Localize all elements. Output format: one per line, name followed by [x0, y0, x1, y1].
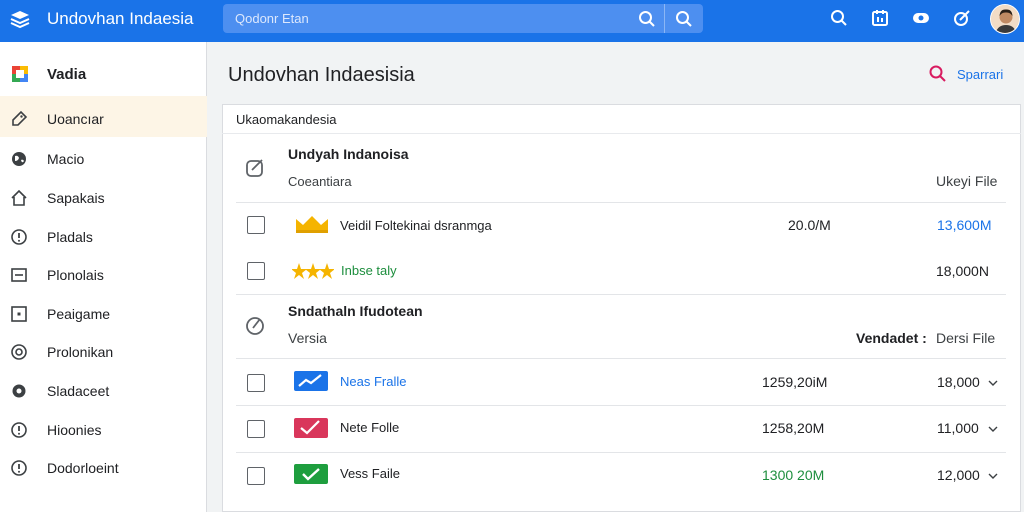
column-header[interactable]: Dersi File — [936, 330, 995, 346]
row-size: 1300 20M — [762, 467, 825, 483]
card-header: Ukaomakandesia — [236, 112, 337, 127]
section-title: Sndathaln Ifudotean — [288, 303, 423, 319]
user-avatar-icon — [991, 5, 1019, 33]
app-title: Undovhan Indaesia — [47, 9, 194, 28]
row-value: 12,000 — [937, 467, 980, 483]
sidebar-item-pladals[interactable]: Pladals — [0, 222, 207, 252]
divider — [236, 405, 1006, 406]
sidebar-item-uoanciar[interactable]: Uoancıar — [0, 104, 207, 134]
sidebar-item-label: Macio — [47, 151, 85, 167]
column-header[interactable]: Ukeyi File — [936, 173, 997, 189]
chat-bubble-icon[interactable] — [911, 8, 931, 28]
red-chart-icon — [294, 418, 328, 438]
crown-icon — [296, 216, 328, 233]
divider — [236, 294, 1006, 295]
divider — [236, 358, 1006, 359]
globe-icon — [12, 152, 26, 166]
row-name[interactable]: Inbse taly — [341, 263, 397, 278]
stars-icon — [292, 263, 334, 279]
sidebar-item-label: Plonolais — [47, 267, 104, 283]
sidebar-item-prolonikan[interactable]: Prolonikan — [0, 337, 207, 367]
row-checkbox[interactable] — [247, 216, 265, 234]
divider — [236, 202, 1006, 203]
edit-square-icon[interactable] — [244, 157, 266, 179]
sidebar-item-label: Sladaceet — [47, 383, 110, 399]
row-value: 11,000 — [937, 420, 979, 436]
row-checkbox[interactable] — [247, 420, 265, 438]
page-title: Undovhan Indaesisia — [228, 64, 415, 86]
green-check-icon — [294, 464, 328, 484]
list-box-icon — [11, 268, 27, 282]
info-circle-icon — [11, 229, 27, 245]
row-value: 18,000N — [936, 263, 989, 279]
search-icon[interactable] — [829, 8, 849, 28]
stack-layers-icon[interactable] — [9, 9, 31, 31]
action-label: Sparrari — [957, 67, 1004, 82]
sidebar-item-label: Sapakais — [47, 190, 105, 206]
home-icon — [11, 189, 27, 206]
row-size: 20.0/M — [788, 217, 831, 233]
column-header: Coeantiara — [288, 174, 352, 189]
clock-check-icon[interactable] — [244, 314, 266, 336]
gear-icon — [12, 384, 26, 398]
row-checkbox[interactable] — [247, 467, 265, 485]
settings-circle-icon — [11, 344, 27, 360]
sidebar-item-label: Vadia — [47, 66, 87, 83]
sidebar-item-peaigame[interactable]: Peaigame — [0, 299, 207, 329]
sidebar-item-plonolais[interactable]: Plonolais — [0, 260, 207, 290]
sidebar-item-macio[interactable]: Macio — [0, 144, 207, 174]
sidebar-item-sladaceet[interactable]: Sladaceet — [0, 376, 207, 406]
sidebar: Vadia Uoancıar Macio Sapakais Pladals Pl… — [0, 42, 207, 512]
google-drive-logo-icon — [12, 66, 28, 82]
calendar-icon[interactable] — [870, 8, 890, 28]
search-input[interactable] — [235, 9, 615, 28]
search-divider — [664, 4, 665, 33]
row-name[interactable]: Vess Faile — [340, 466, 400, 481]
sidebar-item-label: Prolonikan — [47, 344, 114, 360]
avatar[interactable] — [990, 4, 1020, 34]
sidebar-item-sapakais[interactable]: Sapakais — [0, 183, 207, 213]
section-title: Undyah Indanoisa — [288, 146, 409, 162]
row-size: 1258,20M — [762, 420, 825, 436]
sidebar-item-label: Peaigame — [47, 306, 111, 322]
search-submit-icon[interactable] — [674, 9, 694, 29]
search-icon — [929, 65, 946, 82]
sidebar-item-label: Dodorloeint — [47, 460, 119, 476]
sidebar-item-hioonies[interactable]: Hioonies — [0, 415, 207, 445]
row-name[interactable]: Nete Folle — [340, 420, 399, 435]
edit-settings-icon[interactable] — [952, 8, 972, 28]
column-header: Versia — [288, 330, 327, 346]
sidebar-item-dodorloeint[interactable]: Dodorloeint — [0, 453, 207, 483]
sidebar-item-label: Hioonies — [47, 422, 102, 438]
row-name[interactable]: Neas Fralle — [340, 374, 406, 389]
divider — [236, 452, 1006, 453]
chevron-down-icon[interactable] — [987, 423, 999, 435]
top-app-bar: Undovhan Indaesia — [0, 0, 1024, 42]
tag-icon — [12, 110, 28, 126]
row-name[interactable]: Veidil Foltekinai dsranmga — [340, 218, 492, 233]
chevron-down-icon[interactable] — [987, 470, 999, 482]
chevron-down-icon[interactable] — [987, 377, 999, 389]
sidebar-item-vadia[interactable]: Vadia — [0, 60, 207, 90]
column-header[interactable]: Vendadet : — [856, 330, 927, 346]
blue-chart-icon — [294, 371, 328, 391]
square-dot-icon — [11, 306, 27, 322]
row-size: 1259,20iM — [762, 374, 828, 390]
row-checkbox[interactable] — [247, 374, 265, 392]
alert-circle-icon — [11, 460, 27, 476]
sidebar-item-label: Pladals — [47, 229, 93, 245]
info-circle-icon — [11, 422, 27, 438]
divider — [222, 133, 1021, 134]
sidebar-item-label: Uoancıar — [47, 111, 104, 127]
row-value: 18,000 — [937, 374, 980, 390]
search-bar[interactable] — [223, 4, 703, 33]
row-value: 13,600M — [937, 217, 992, 233]
search-icon[interactable] — [637, 9, 657, 29]
row-checkbox[interactable] — [247, 262, 265, 280]
